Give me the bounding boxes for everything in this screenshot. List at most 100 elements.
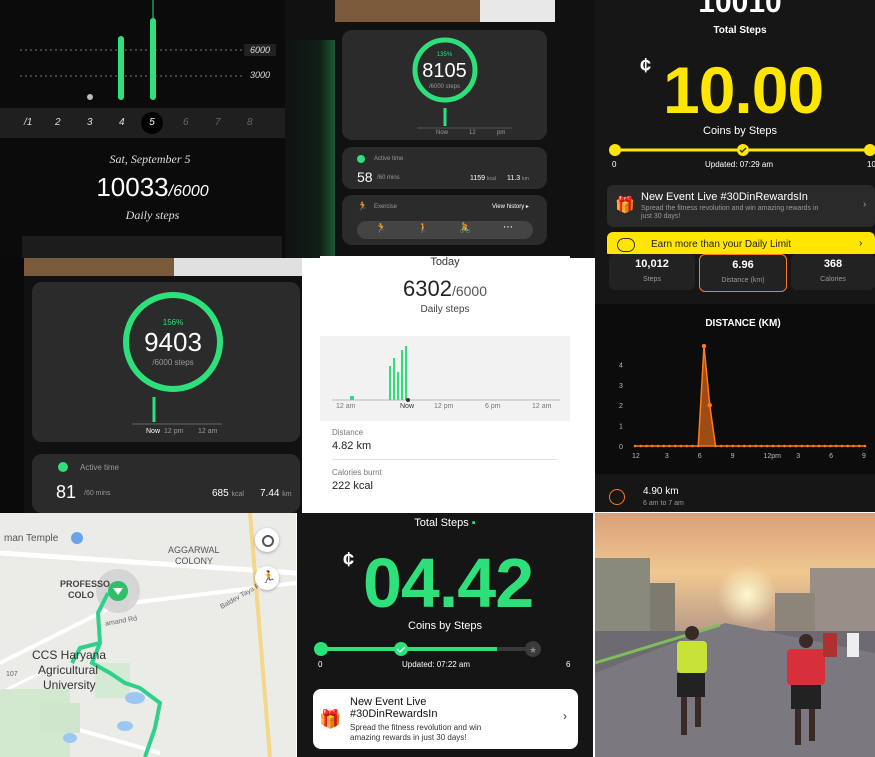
hour-range: 6 am to 7 am [643,500,684,507]
coin-symbol: ¢ [343,549,355,571]
event-title: New Event Live #30DinRewardsIn [641,191,808,203]
ring-percent: 135% [436,52,453,58]
kcal-value: 1159 kcal [470,175,496,182]
stat-distance[interactable]: 6.96 Distance (km) [699,254,787,292]
active-time-card: Active time 58 /60 mins 1159 kcal 11.3 k… [342,147,547,189]
runner-icon: 🏃 [261,570,276,584]
axis-12: 12 [469,130,476,136]
chevron-right-icon: › [859,238,863,249]
hour-detail-row: 4.90 km 6 am to 7 am [595,482,875,512]
ring-percent: 156% [162,318,184,327]
clock-icon [357,155,365,163]
ring-goal: /6000 steps [428,84,461,90]
map-canvas[interactable] [0,513,296,757]
exercise-type-selector: 🏃 🚶 🚴 ⋯ [357,221,533,239]
day-1[interactable]: /1 [24,117,32,128]
distance-point [852,444,855,448]
total-steps-label: Total Steps [713,25,767,36]
run-icon[interactable]: 🏃 [375,223,387,234]
updated-time: Updated: 07:29 am [705,160,774,169]
coins-value: 04.42 [363,544,534,622]
distance-point [823,444,827,448]
km-value: 7.44 km [260,488,292,499]
distance-area [635,345,865,447]
distance-point [662,444,666,448]
active-time-value: 81 [56,482,77,502]
view-history-link[interactable]: View history ▸ [492,203,529,210]
coins-progress: ★ [314,641,541,657]
ring-steps: 8105 [422,60,467,82]
distance-point [811,444,815,448]
activity-mode-button[interactable]: 🏃 [255,566,279,590]
distance-value: 4.82 km [332,440,372,452]
distance-point [777,444,781,448]
event-banner[interactable]: 🎁 New Event Live #30DinRewardsIn Spread … [313,689,578,749]
panel-runners-photo [595,513,875,757]
distance-point [846,444,850,448]
my-location-button[interactable] [255,528,279,552]
coins-label: Coins by Steps [703,125,777,137]
walk-icon[interactable]: 🚶 [417,223,429,234]
distance-area-chart: 0123412 3 6 9 12pm 3 6 9 [619,343,867,460]
ring-goal: /6000 steps [152,358,194,367]
distance-point [668,444,671,448]
axis-now: Now [400,403,415,410]
kcal-value: 685 kcal [212,488,244,499]
distance-point [857,444,861,448]
distance-point [742,444,746,448]
map-label-colony2: COLO [68,590,94,600]
distance-point [800,444,804,448]
bike-icon[interactable]: 🚴 [459,223,471,234]
exercise-card: 🏃 Exercise View history ▸ 🏃 🚶 🚴 ⋯ [342,195,547,245]
stat-calories: 368 Calories [791,254,875,290]
distance-point [806,444,809,448]
day-3[interactable]: 3 [87,117,93,128]
axis-12am: 12 am [336,403,356,410]
distance-label: Distance [332,428,364,437]
clock-icon [58,462,68,472]
distance-point [794,444,798,448]
axis-12pm: 12 pm [434,403,454,410]
svg-text:★: ★ [529,645,537,655]
panel-today-6302: Today 6302/6000 Daily steps 12 am Now 12… [320,256,570,511]
x-tick-label: 12pm [763,453,781,460]
axis-12pm: 12 pm [164,428,184,435]
distance-point [650,444,654,448]
day-strip: /1 2 3 4 5 6 7 8 [0,108,285,138]
distance-point [633,444,637,448]
limit-icon [617,238,635,252]
event-banner[interactable]: 🎁 New Event Live #30DinRewardsIn Spread … [607,185,875,227]
more-icon[interactable]: ⋯ [503,222,513,233]
distance-point [685,444,689,448]
panel-distance-chart: 10,012 Steps 6.96 Distance (km) 368 Calo… [595,254,875,512]
coins-value: 10.00 [663,53,824,127]
total-steps-title: Total Steps ▪ [414,517,476,529]
step-bar-chart [20,0,245,100]
calories-value: 222 kcal [332,480,373,492]
distance-point [719,444,723,448]
distance-point [725,444,729,448]
y-tick-label: 4 [619,362,623,369]
day-4[interactable]: 4 [119,117,125,128]
updated-time: Updated: 07:22 am [402,660,471,669]
distance-point [707,403,712,408]
coins-label: Coins by Steps [408,620,482,632]
stat-steps: 10,012 Steps [609,254,695,290]
day-7[interactable]: 7 [215,117,221,128]
steps-ring-card: 156% 9403 /6000 steps Now 12 pm 12 am [32,282,300,442]
x-tick-label: 3 [665,453,669,460]
active-time-label: Active time [374,156,404,162]
day-2[interactable]: 2 [55,117,61,128]
active-time-label: Active time [80,463,120,472]
progress-max: 6 [566,660,571,669]
y-tick-label: 0 [619,444,623,451]
distance-point [645,444,648,448]
day-5-selected[interactable]: 5 [141,112,163,134]
progress-min: 0 [318,660,323,669]
distance-point [817,444,821,448]
day-6[interactable]: 6 [183,117,189,128]
x-tick-label: 3 [796,453,800,460]
day-8[interactable]: 8 [247,117,253,128]
distance-point [673,444,677,448]
distance-point [656,444,660,448]
